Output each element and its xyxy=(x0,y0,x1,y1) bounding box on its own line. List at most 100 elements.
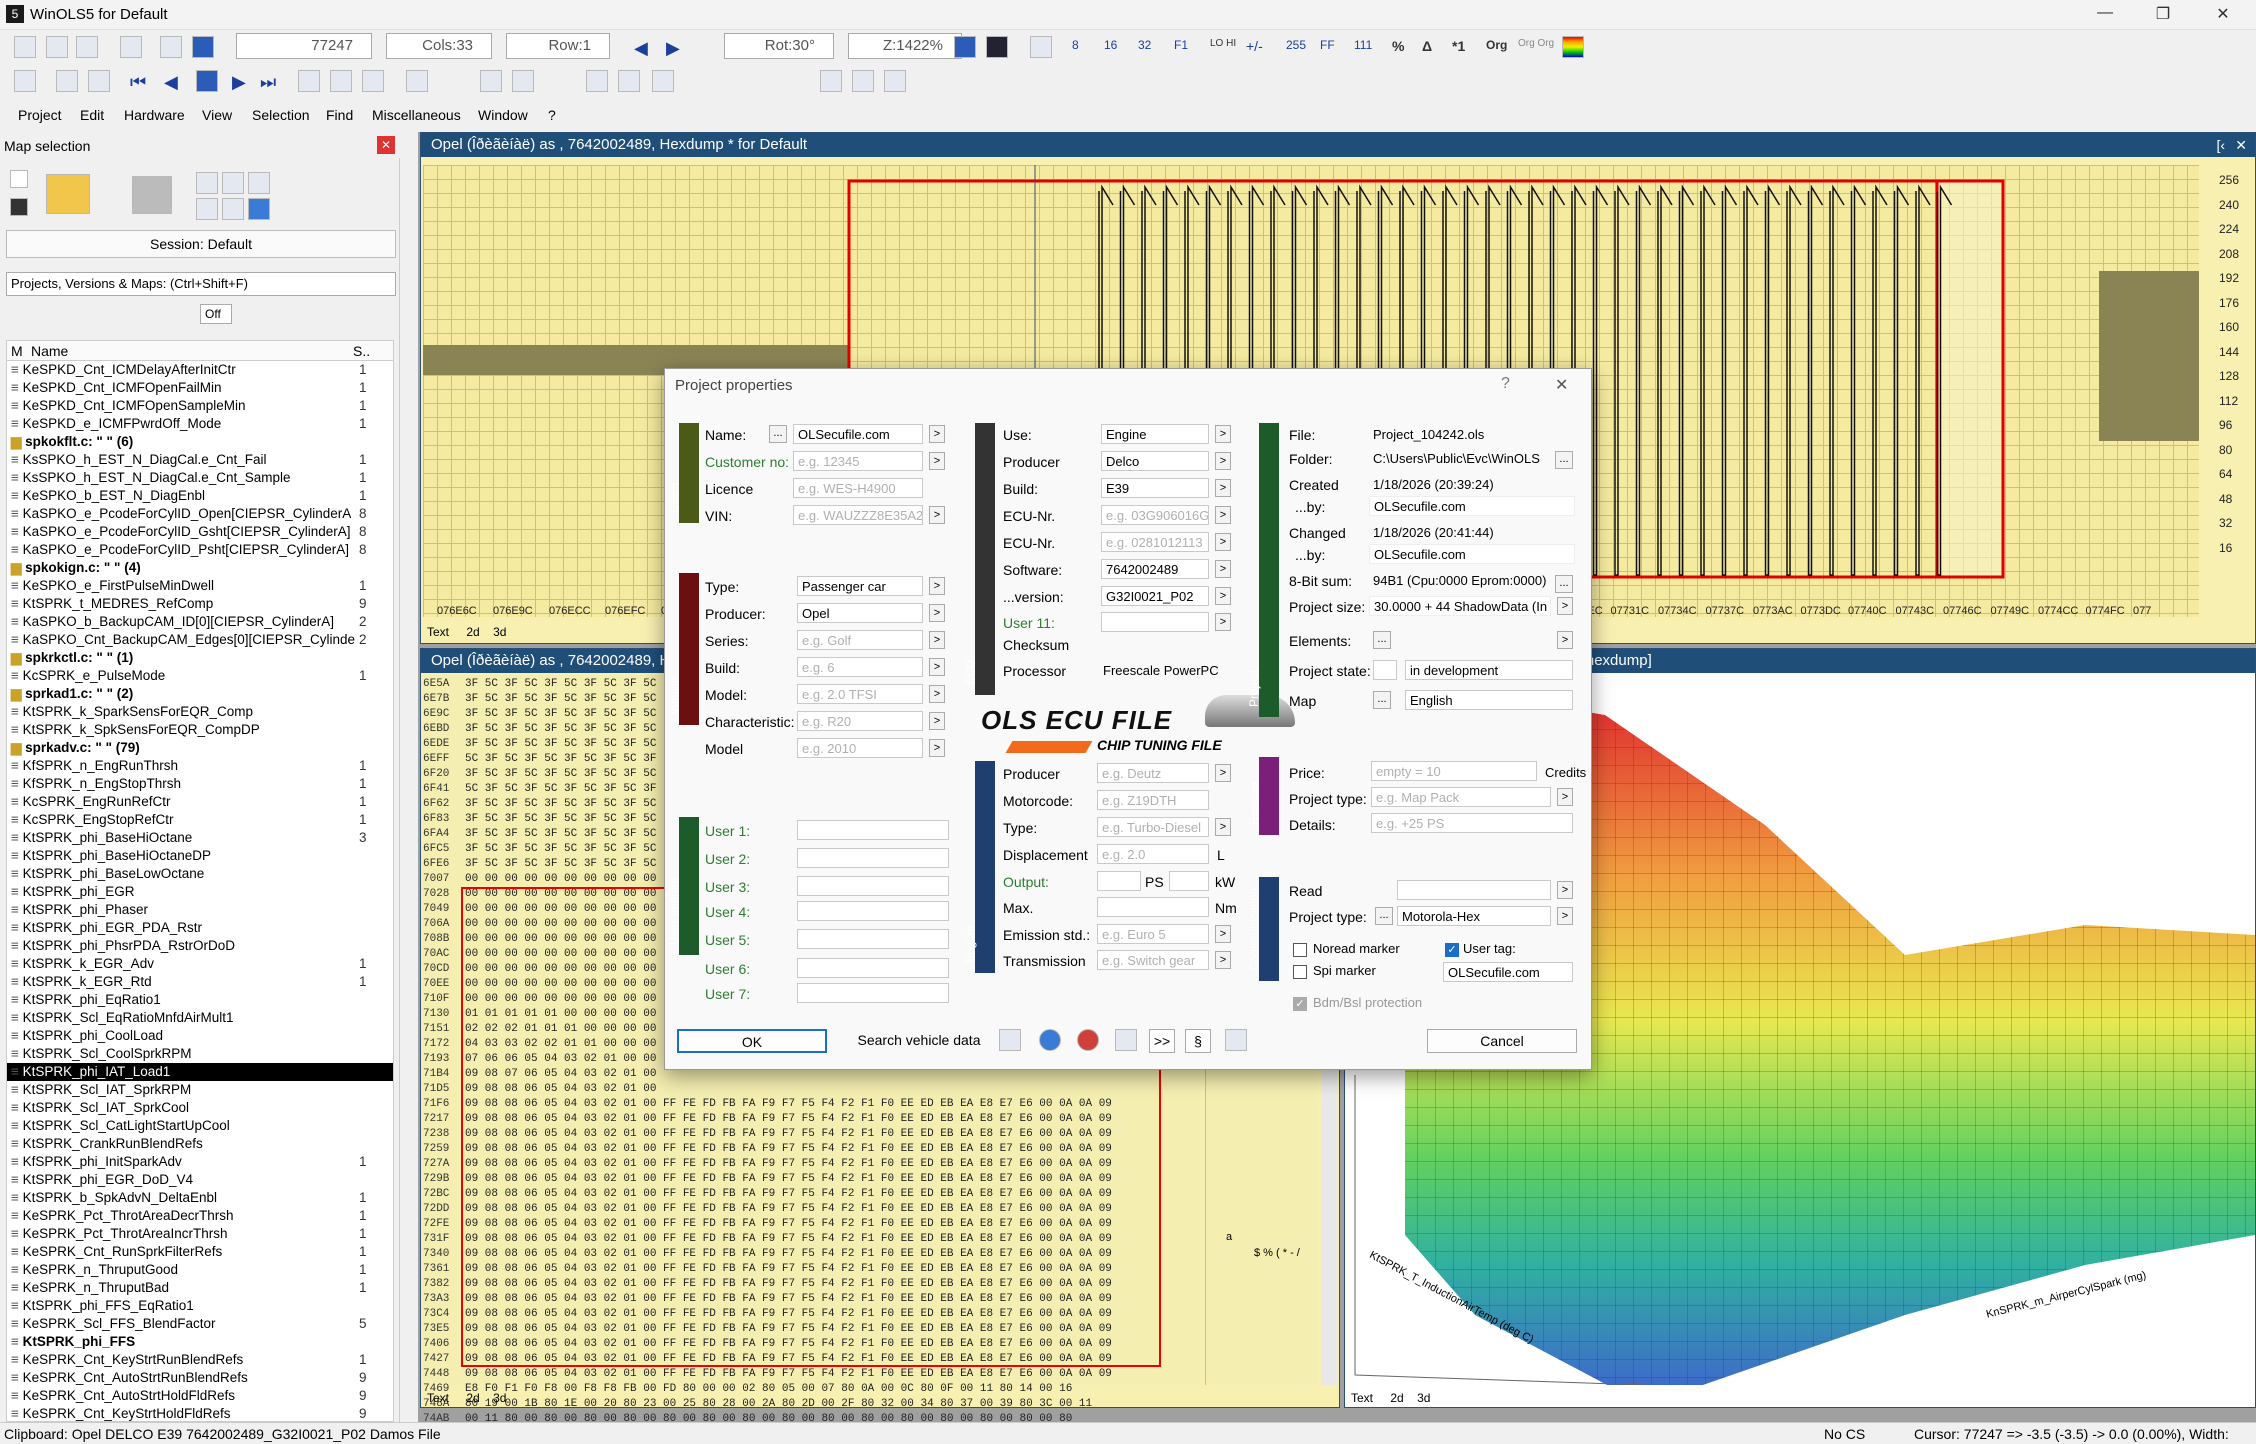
displacement-field[interactable]: e.g. 2.0 xyxy=(1097,844,1209,864)
rotation-spinner[interactable]: Rot:30° xyxy=(724,33,834,59)
use-field[interactable]: Engine xyxy=(1101,424,1209,444)
tree-item[interactable]: ≡ KtSPRK_Scl_CatLightStartUpCool xyxy=(7,1117,393,1135)
tree-item[interactable]: ≡ KeSPRK_Cnt_KeyStrtHoldFldRefs 9 xyxy=(7,1405,393,1421)
menu-help[interactable]: ? xyxy=(548,107,556,123)
read-arrow[interactable]: > xyxy=(1557,881,1573,899)
details-field[interactable]: e.g. +25 PS xyxy=(1371,813,1573,833)
tree-item[interactable]: ≡ KaSPKO_b_BackupCAM_ID[0][CIEPSR_Cylind… xyxy=(7,613,393,631)
tree-item[interactable]: ≡ KfSPRK_phi_InitSparkAdv 1 xyxy=(7,1153,393,1171)
ecu-producer-arrow[interactable]: > xyxy=(1215,452,1231,470)
reseller-type-field[interactable]: e.g. Map Pack xyxy=(1371,787,1551,807)
map-more-button[interactable]: ... xyxy=(1373,691,1391,709)
veh-build-arrow[interactable]: > xyxy=(929,658,945,676)
3d-tab-2d[interactable]: 2d xyxy=(1390,1391,1403,1405)
map-edit-icon[interactable] xyxy=(222,198,244,220)
tab-text[interactable]: Text xyxy=(427,625,449,639)
off-toggle[interactable]: Off xyxy=(200,304,232,324)
elements-more-button[interactable]: ... xyxy=(1373,631,1391,649)
bin-button[interactable]: 111 xyxy=(1354,38,1372,52)
tree-folder[interactable]: ▆ sprkadv.c: " " (79) xyxy=(7,739,393,757)
veh-build-field[interactable]: e.g. 6 xyxy=(797,657,923,677)
search-vehicle-button[interactable]: Search vehicle data xyxy=(845,1029,993,1053)
maximize-button[interactable]: ❐ xyxy=(2148,4,2178,24)
dialog-close-button[interactable]: ✕ xyxy=(1555,375,1568,395)
tree-item[interactable]: ≡ KaSPKO_Cnt_BackupCAM_Edges[0][CIEPSR_C… xyxy=(7,631,393,649)
motorcode-field[interactable]: e.g. Z19DTH xyxy=(1097,790,1209,810)
tree-item[interactable]: ≡ KtSPRK_phi_EqRatio1 xyxy=(7,991,393,1009)
tree-item[interactable]: ≡ KeSPRK_Scl_FFS_BlendFactor 5 xyxy=(7,1315,393,1333)
user5-field[interactable] xyxy=(797,929,949,949)
session-button[interactable]: Session: Default xyxy=(6,230,396,258)
tree-item[interactable]: ≡ KtSPRK_phi_EGR_DoD_V4 xyxy=(7,1171,393,1189)
tree-item[interactable]: ≡ KtSPRK_phi_FFS xyxy=(7,1333,393,1351)
sign-button[interactable]: +/- xyxy=(1246,38,1263,54)
menu-selection[interactable]: Selection xyxy=(252,107,310,123)
menu-edit[interactable]: Edit xyxy=(80,107,104,123)
map-view-icon[interactable] xyxy=(222,172,244,194)
tree-item[interactable]: ≡ KeSPRK_Pct_ThrotAreaIncrThrsh 1 xyxy=(7,1225,393,1243)
3d-tab-text[interactable]: Text xyxy=(1351,1391,1373,1405)
ecu-nr-arrow[interactable]: > xyxy=(1215,506,1231,524)
undock-icon[interactable]: [‹ xyxy=(2216,137,2225,153)
grid-mode-icon[interactable] xyxy=(986,36,1008,58)
tree-item[interactable]: ≡ KtSPRK_phi_BaseHiOctane 3 xyxy=(7,829,393,847)
user7-field[interactable] xyxy=(797,983,949,1003)
top-window-close-icon[interactable]: ✕ xyxy=(2235,137,2247,154)
f-icon[interactable] xyxy=(586,70,608,92)
comment-icon[interactable] xyxy=(1115,1029,1137,1051)
tree-item[interactable]: ≡ KsSPKO_h_EST_N_DiagCal.e_Cnt_Fail 1 xyxy=(7,451,393,469)
new-icon[interactable] xyxy=(10,170,28,188)
tree-item[interactable]: ≡ KeSPKD_e_ICMFPwrdOff_Mode 1 xyxy=(7,415,393,433)
veh-model-arrow[interactable]: > xyxy=(929,685,945,703)
usertag-checkbox[interactable]: ✓ xyxy=(1445,943,1459,957)
table-icon[interactable] xyxy=(196,70,218,92)
char-field[interactable]: e.g. R20 xyxy=(797,711,923,731)
output-kw-field[interactable] xyxy=(1169,871,1209,891)
tree-item[interactable]: ≡ KtSPRK_phi_FFS_EqRatio1 xyxy=(7,1297,393,1315)
name-field[interactable]: OLSecufile.com xyxy=(793,424,923,444)
dialog-help-button[interactable]: ? xyxy=(1501,375,1510,393)
export-data-icon[interactable] xyxy=(999,1029,1021,1051)
eng-type-field[interactable]: e.g. Turbo-Diesel xyxy=(1097,817,1209,837)
tree-item[interactable]: ≡ KtSPRK_phi_EGR_PDA_Rstr xyxy=(7,919,393,937)
veh-model2-arrow[interactable]: > xyxy=(929,739,945,757)
col-m[interactable]: M xyxy=(11,343,23,359)
compare-icon[interactable] xyxy=(120,36,142,58)
output-ps-field[interactable] xyxy=(1097,871,1141,891)
tree-item[interactable]: ≡ KtSPRK_t_MEDRES_RefComp 9 xyxy=(7,595,393,613)
map-language-select[interactable]: English xyxy=(1405,690,1573,710)
tree-item[interactable]: ≡ KtSPRK_phi_BaseHiOctaneDP xyxy=(7,847,393,865)
series-field[interactable]: e.g. Golf xyxy=(797,630,923,650)
tree-item[interactable]: ≡ KeSPRK_Cnt_AutoStrtRunBlendRefs 9 xyxy=(7,1369,393,1387)
factor-button[interactable]: *1 xyxy=(1452,38,1465,54)
map-globe-icon[interactable] xyxy=(248,172,270,194)
tree-item[interactable]: ≡ KeSPKO_e_FirstPulseMinDwell 1 xyxy=(7,577,393,595)
ecu-nr2-arrow[interactable]: > xyxy=(1215,533,1231,551)
comm-type-arrow[interactable]: > xyxy=(1557,907,1573,925)
veh-type-field[interactable]: Passenger car xyxy=(797,576,923,596)
chip-icon[interactable] xyxy=(14,70,36,92)
tree-item[interactable]: ≡ KtSPRK_phi_IAT_Load1 xyxy=(7,1063,393,1081)
cols-spinner[interactable]: Cols:33 xyxy=(386,33,492,59)
tree-item[interactable]: ≡ KaSPKO_e_PcodeForCylID_Gsht[CIEPSR_Cyl… xyxy=(7,523,393,541)
tree-item[interactable]: ≡ KeSPKD_Cnt_ICMFOpenSampleMin 1 xyxy=(7,397,393,415)
menu-misc[interactable]: Miscellaneous xyxy=(372,107,461,123)
dec-button[interactable]: 255 xyxy=(1286,38,1306,52)
tree-item[interactable]: ≡ KeSPRK_Pct_ThrotAreaDecrThrsh 1 xyxy=(7,1207,393,1225)
bit32-button[interactable]: 32 xyxy=(1138,38,1151,52)
p-icon[interactable] xyxy=(652,70,674,92)
vin-arrow[interactable]: > xyxy=(929,506,945,524)
tab-2d[interactable]: 2d xyxy=(466,625,479,639)
close-button[interactable]: ✕ xyxy=(2208,4,2238,24)
name-more-button[interactable]: ... xyxy=(769,425,787,443)
veh-model-field[interactable]: e.g. 2.0 TFSI xyxy=(797,684,923,704)
user4-field[interactable] xyxy=(797,901,949,921)
emission-field[interactable]: e.g. Euro 5 xyxy=(1097,924,1209,944)
settings-icon[interactable] xyxy=(820,70,842,92)
tree-item[interactable]: ≡ KtSPRK_k_SpkSensForEQR_CompDP xyxy=(7,721,393,739)
tree-folder[interactable]: ▆ spkrkctl.c: " " (1) xyxy=(7,649,393,667)
emission-arrow[interactable]: > xyxy=(1215,925,1231,943)
ecu-producer-field[interactable]: Delco xyxy=(1101,451,1209,471)
ecu-build-field[interactable]: E39 xyxy=(1101,478,1209,498)
veh-type-arrow[interactable]: > xyxy=(929,577,945,595)
